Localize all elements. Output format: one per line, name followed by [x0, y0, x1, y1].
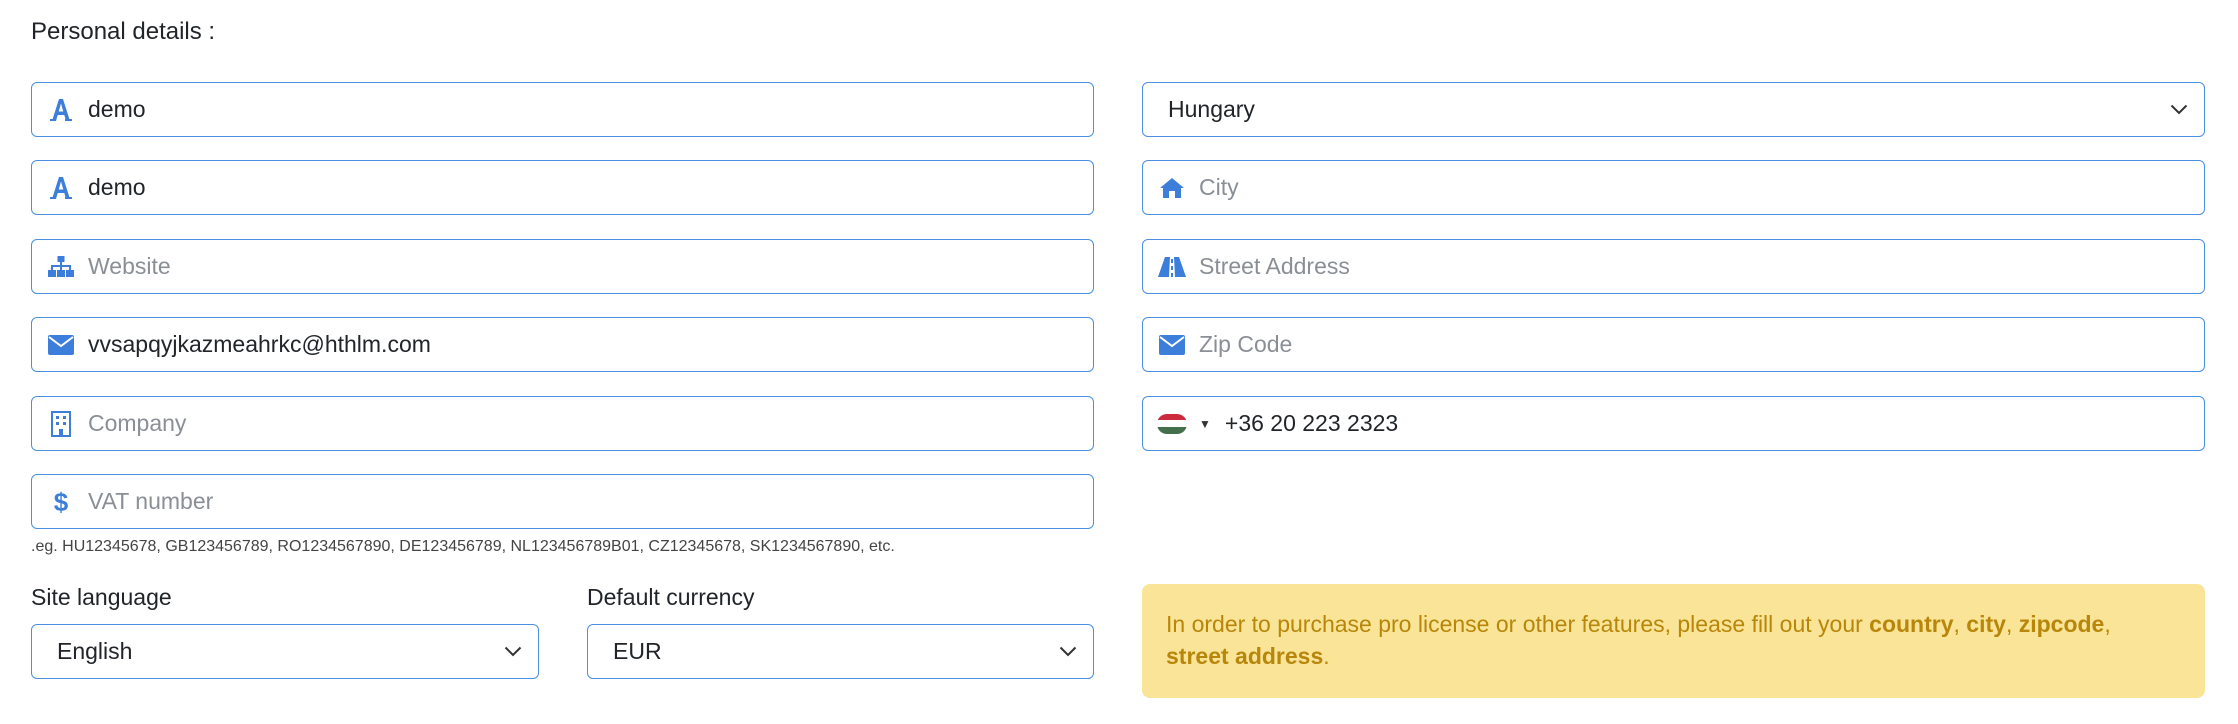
- vat-hint: .eg. HU12345678, GB123456789, RO12345678…: [31, 538, 895, 555]
- font-icon: [46, 173, 76, 203]
- site-language-selected-value: English: [57, 638, 133, 664]
- zip-code-input[interactable]: [1199, 318, 2204, 371]
- alert-zipcode: zipcode: [2018, 611, 2105, 637]
- company-field[interactable]: [31, 396, 1094, 451]
- alert-separator: ,: [2005, 611, 2019, 637]
- first-name-field[interactable]: [31, 82, 1094, 137]
- country-select[interactable]: Hungary: [1142, 82, 2205, 137]
- alert-street-address: street address: [1166, 643, 1324, 669]
- alert-city: city: [1966, 611, 2006, 637]
- alert-suffix: .: [1323, 643, 1330, 669]
- chevron-down-icon: [2170, 104, 2188, 115]
- road-icon: [1157, 252, 1187, 282]
- city-input[interactable]: [1199, 161, 2204, 214]
- hungary-flag-icon: [1157, 413, 1187, 434]
- vat-input[interactable]: [88, 475, 1093, 528]
- svg-text:$: $: [54, 488, 69, 516]
- website-field[interactable]: [31, 239, 1094, 294]
- default-currency-select[interactable]: EUR: [587, 624, 1094, 679]
- font-icon: [46, 95, 76, 125]
- alert-separator: ,: [1953, 611, 1967, 637]
- chevron-down-icon: [1059, 646, 1077, 657]
- vat-field[interactable]: $: [31, 474, 1094, 529]
- default-currency-selected-value: EUR: [613, 638, 662, 664]
- chevron-down-icon: [504, 646, 522, 657]
- site-language-label: Site language: [31, 584, 172, 610]
- country-code-dropdown[interactable]: ▼: [1157, 413, 1211, 434]
- home-icon: [1157, 173, 1187, 203]
- alert-country: country: [1869, 611, 1954, 637]
- last-name-field[interactable]: [31, 160, 1094, 215]
- last-name-input[interactable]: [88, 161, 1093, 214]
- street-address-field[interactable]: [1142, 239, 2205, 294]
- phone-field[interactable]: ▼: [1142, 396, 2205, 451]
- alert-text: In order to purchase pro license or othe…: [1166, 611, 1870, 637]
- alert-separator: ,: [2104, 611, 2111, 637]
- email-field[interactable]: [31, 317, 1094, 372]
- email-input[interactable]: [88, 318, 1093, 371]
- street-address-input[interactable]: [1199, 240, 2204, 293]
- building-icon: [46, 409, 76, 439]
- section-heading: Personal details :: [31, 18, 216, 45]
- sitemap-icon: [46, 252, 76, 282]
- site-language-select[interactable]: English: [31, 624, 539, 679]
- envelope-icon: [1157, 330, 1187, 360]
- envelope-icon: [46, 330, 76, 360]
- company-input[interactable]: [88, 397, 1093, 450]
- zip-code-field[interactable]: [1142, 317, 2205, 372]
- phone-input[interactable]: [1224, 397, 2204, 450]
- dollar-icon: $: [46, 487, 76, 517]
- website-input[interactable]: [88, 240, 1093, 293]
- country-selected-value: Hungary: [1168, 96, 1255, 122]
- required-fields-alert: In order to purchase pro license or othe…: [1142, 584, 2205, 698]
- city-field[interactable]: [1142, 160, 2205, 215]
- caret-down-icon: ▼: [1199, 416, 1211, 431]
- default-currency-label: Default currency: [587, 584, 755, 610]
- first-name-input[interactable]: [88, 83, 1093, 136]
